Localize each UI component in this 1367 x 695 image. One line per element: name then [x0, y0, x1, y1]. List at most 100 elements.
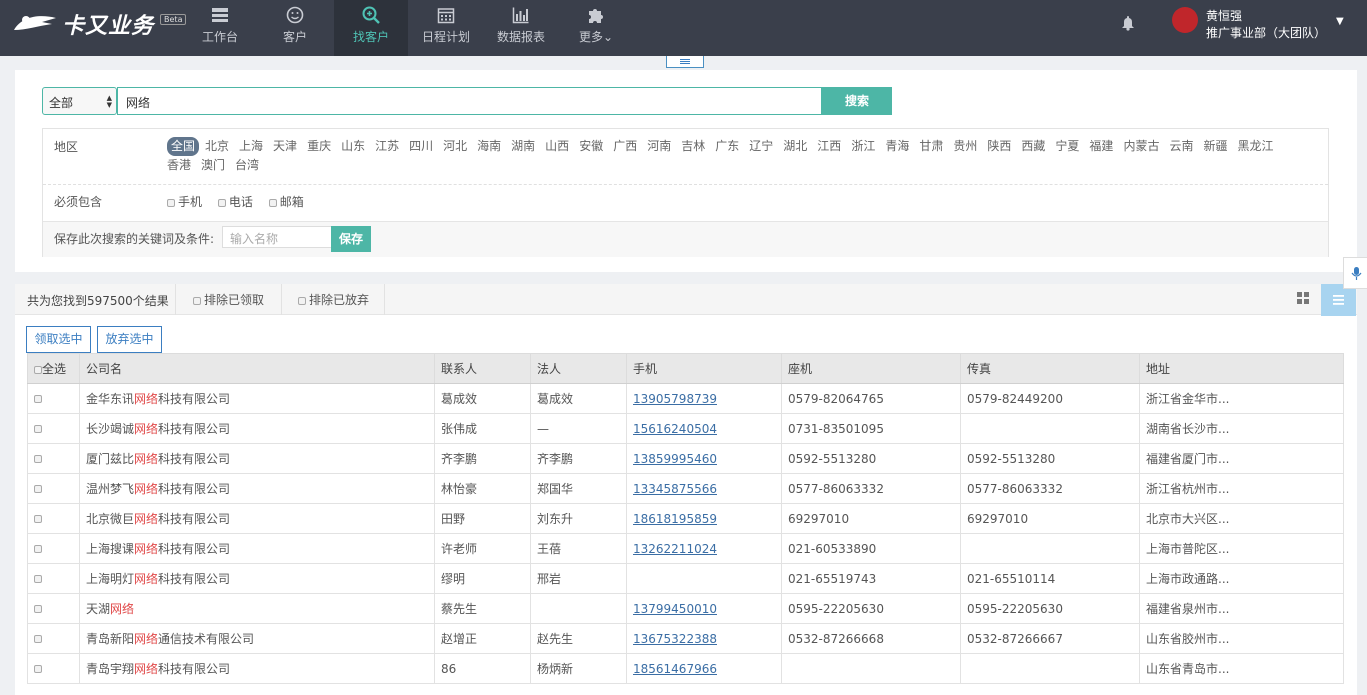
save-name-input[interactable]: 输入名称 [222, 226, 332, 248]
table-row[interactable]: 金华东讯网络科技有限公司 葛成效 葛成效 13905798739 0579-820647… [27, 383, 1344, 414]
region-option[interactable]: 宁夏 [1055, 137, 1079, 156]
search-button[interactable]: 搜索 [822, 87, 892, 115]
row-checkbox[interactable] [34, 575, 42, 583]
region-option[interactable]: 浙江 [851, 137, 875, 156]
region-option[interactable]: 甘肃 [919, 137, 943, 156]
row-select-cell[interactable] [27, 473, 80, 504]
company-name-cell[interactable]: 上海搜课网络科技有限公司 [79, 533, 435, 564]
company-name-cell[interactable]: 厦门兹比网络科技有限公司 [79, 443, 435, 474]
region-option[interactable]: 西藏 [1021, 137, 1045, 156]
region-option[interactable]: 上海 [239, 137, 263, 156]
mobile-link[interactable]: 13345875566 [633, 482, 717, 496]
caret-down-icon[interactable]: ▼ [1336, 16, 1344, 27]
mobile-link[interactable]: 13799450010 [633, 602, 717, 616]
region-option[interactable]: 黑龙江 [1237, 137, 1273, 156]
company-name-cell[interactable]: 温州梦飞网络科技有限公司 [79, 473, 435, 504]
table-row[interactable]: 北京微巨网络科技有限公司 田野 刘东升 18618195859 69297010 6929… [27, 503, 1344, 534]
mobile-link[interactable]: 13675322388 [633, 632, 717, 646]
abandon-selected-button[interactable]: 放弃选中 [97, 326, 162, 353]
row-checkbox[interactable] [34, 635, 42, 643]
row-select-cell[interactable] [27, 593, 80, 624]
region-option[interactable]: 江苏 [375, 137, 399, 156]
checkbox[interactable] [298, 296, 306, 305]
region-option[interactable]: 湖南 [511, 137, 535, 156]
search-input[interactable]: 网络 [117, 87, 822, 115]
row-checkbox[interactable] [34, 455, 42, 463]
checkbox[interactable] [167, 198, 175, 207]
mobile-link[interactable]: 15616240504 [633, 422, 717, 436]
must-phone-option[interactable]: 电话 [217, 195, 259, 209]
must-mobile-option[interactable]: 手机 [167, 195, 208, 209]
region-option[interactable]: 内蒙古 [1123, 137, 1159, 156]
brand-logo[interactable]: 卡又业务 Beta [12, 8, 187, 40]
row-select-cell[interactable] [27, 623, 80, 654]
avatar[interactable] [1172, 7, 1198, 33]
row-checkbox[interactable] [34, 545, 42, 553]
region-option[interactable]: 全国 [167, 137, 200, 156]
company-name-cell[interactable]: 青岛新阳网络通信技术有限公司 [79, 623, 435, 654]
row-checkbox[interactable] [34, 605, 42, 613]
mobile-link[interactable]: 18618195859 [633, 512, 717, 526]
row-select-cell[interactable] [27, 413, 80, 444]
company-name-cell[interactable]: 青岛宇翔网络科技有限公司 [79, 653, 435, 684]
row-checkbox[interactable] [34, 485, 42, 493]
table-row[interactable]: 青岛新阳网络通信技术有限公司 赵增正 赵先生 13675322388 0532-8726… [27, 623, 1344, 654]
checkbox[interactable] [217, 198, 226, 207]
company-name-cell[interactable]: 金华东讯网络科技有限公司 [79, 383, 435, 414]
table-row[interactable]: 青岛宇翔网络科技有限公司 86 杨炳新 18561467966 山东省青岛市... [27, 653, 1344, 684]
region-option[interactable]: 云南 [1169, 137, 1193, 156]
region-option[interactable]: 青海 [885, 137, 909, 156]
company-name-cell[interactable]: 天湖网络 [79, 593, 435, 624]
region-option[interactable]: 贵州 [953, 137, 977, 156]
region-option[interactable]: 台湾 [235, 156, 259, 175]
region-option[interactable]: 澳门 [201, 156, 225, 175]
nav-workbench[interactable]: 工作台 [183, 0, 257, 56]
row-checkbox[interactable] [34, 425, 42, 433]
region-option[interactable]: 山西 [545, 137, 569, 156]
table-row[interactable]: 上海搜课网络科技有限公司 许老师 王蓓 13262211024 021-60533890… [27, 533, 1344, 564]
collapse-toggle[interactable] [666, 56, 704, 68]
row-select-cell[interactable] [27, 443, 80, 474]
region-option[interactable]: 山东 [341, 137, 365, 156]
region-option[interactable]: 湖北 [783, 137, 807, 156]
row-select-cell[interactable] [27, 653, 80, 684]
save-button[interactable]: 保存 [331, 226, 371, 252]
region-option[interactable]: 江西 [817, 137, 841, 156]
exclude-abandoned-option[interactable]: 排除已放弃 [298, 291, 369, 308]
checkbox[interactable] [268, 198, 277, 207]
region-option[interactable]: 新疆 [1203, 137, 1227, 156]
must-email-option[interactable]: 邮箱 [268, 195, 310, 209]
microphone-button[interactable] [1343, 257, 1367, 289]
region-option[interactable]: 辽宁 [749, 137, 773, 156]
region-option[interactable]: 四川 [409, 137, 433, 156]
row-checkbox[interactable] [34, 395, 42, 403]
table-row[interactable]: 天湖网络 蔡先生 13799450010 0595-22205630 0595-2220… [27, 593, 1344, 624]
region-option[interactable]: 天津 [273, 137, 297, 156]
table-row[interactable]: 温州梦飞网络科技有限公司 林怡豪 郑国华 13345875566 0577-860633… [27, 473, 1344, 504]
user-department[interactable]: 推广事业部（大团队） [1206, 24, 1326, 41]
claim-selected-button[interactable]: 领取选中 [26, 326, 91, 353]
region-option[interactable]: 海南 [477, 137, 501, 156]
region-option[interactable]: 河南 [647, 137, 671, 156]
row-select-cell[interactable] [27, 503, 80, 534]
region-option[interactable]: 广西 [613, 137, 637, 156]
row-checkbox[interactable] [34, 515, 42, 523]
region-option[interactable]: 重庆 [307, 137, 331, 156]
region-option[interactable]: 广东 [715, 137, 739, 156]
mobile-link[interactable]: 13905798739 [633, 392, 717, 406]
select-all-checkbox[interactable] [34, 365, 42, 374]
nav-customers[interactable]: 客户 [258, 0, 332, 56]
user-name[interactable]: 黄恒强 [1206, 7, 1242, 24]
select-all-header[interactable]: 全选 [27, 353, 80, 384]
mobile-link[interactable]: 13859995460 [633, 452, 717, 466]
region-option[interactable]: 香港 [167, 156, 191, 175]
region-option[interactable]: 陕西 [987, 137, 1011, 156]
table-row[interactable]: 长沙竭诚网络科技有限公司 张伟成 — 15616240504 0731-83501095… [27, 413, 1344, 444]
nav-more[interactable]: 更多⌄ [559, 0, 633, 56]
region-option[interactable]: 福建 [1089, 137, 1113, 156]
row-checkbox[interactable] [34, 665, 42, 673]
checkbox[interactable] [193, 296, 201, 305]
company-name-cell[interactable]: 上海明灯网络科技有限公司 [79, 563, 435, 594]
grid-view-icon[interactable] [1297, 292, 1309, 304]
nav-schedule[interactable]: 日程计划 [409, 0, 483, 56]
